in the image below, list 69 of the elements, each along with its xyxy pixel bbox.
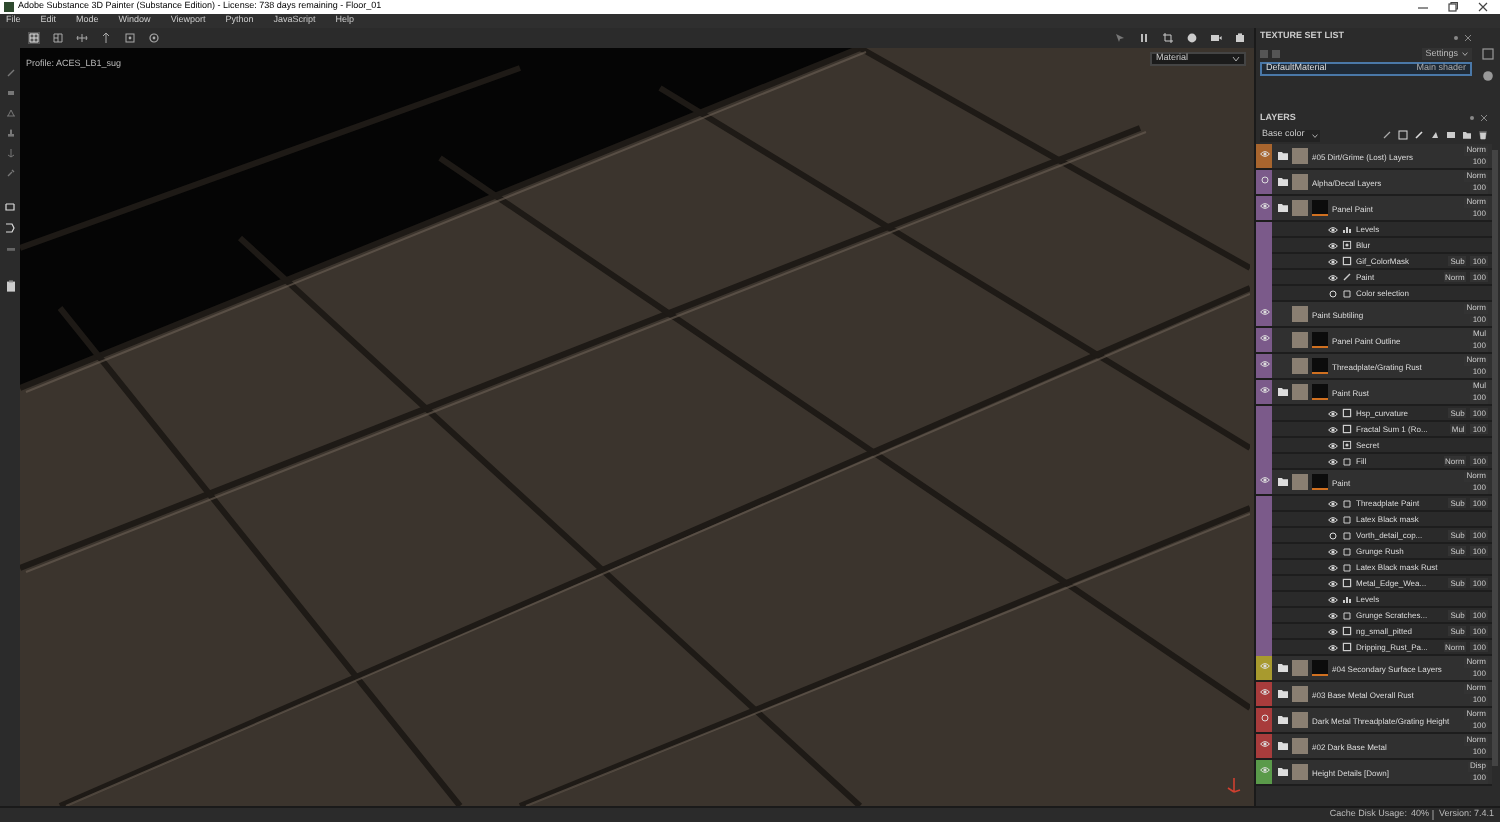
- layout-split-icon[interactable]: [52, 32, 64, 44]
- pointer-icon[interactable]: [1114, 32, 1126, 44]
- folder-icon[interactable]: [1278, 742, 1288, 750]
- folder-icon[interactable]: [1278, 716, 1288, 724]
- eye-icon[interactable]: [1328, 515, 1338, 523]
- hidden-icon[interactable]: [1328, 531, 1338, 539]
- pause-icon[interactable]: [1138, 32, 1150, 44]
- crop-icon[interactable]: [1162, 32, 1174, 44]
- mirror-icon[interactable]: [76, 32, 88, 44]
- hidden-icon[interactable]: [1259, 714, 1269, 722]
- folder-icon[interactable]: [1278, 152, 1288, 160]
- mask-thumbnail[interactable]: [1312, 332, 1328, 348]
- folder-icon[interactable]: [1278, 768, 1288, 776]
- close-icon[interactable]: [1478, 2, 1488, 12]
- eye-icon[interactable]: [1328, 611, 1338, 619]
- picker-icon[interactable]: [5, 168, 15, 178]
- brush-icon: [1342, 272, 1352, 282]
- eye-icon[interactable]: [1328, 457, 1338, 465]
- caret-icon: [1462, 52, 1468, 56]
- layer-thumbnail: [1292, 474, 1308, 490]
- frame-icon[interactable]: [124, 32, 136, 44]
- eye-icon[interactable]: [1328, 225, 1338, 233]
- restore-icon[interactable]: [1448, 2, 1458, 12]
- mask-thumbnail[interactable]: [1312, 200, 1328, 216]
- eye-icon[interactable]: [1328, 595, 1338, 603]
- eye-icon[interactable]: [1328, 241, 1338, 249]
- folder-icon[interactable]: [1462, 130, 1472, 140]
- eye-icon[interactable]: [1259, 688, 1269, 696]
- eye-icon[interactable]: [1328, 579, 1338, 587]
- mask-thumbnail[interactable]: [1312, 660, 1328, 676]
- eye-icon[interactable]: [1328, 425, 1338, 433]
- eye-icon[interactable]: [1328, 499, 1338, 507]
- stamp-icon[interactable]: [5, 128, 15, 138]
- eye-icon[interactable]: [1328, 257, 1338, 265]
- brush-icon[interactable]: [5, 68, 15, 78]
- clipboard-icon[interactable]: [5, 280, 15, 292]
- eye-icon[interactable]: [1328, 643, 1338, 651]
- axis-gizmo-icon: [1226, 774, 1242, 794]
- eye-icon[interactable]: [1328, 441, 1338, 449]
- eye-icon[interactable]: [1328, 547, 1338, 555]
- mask-thumbnail[interactable]: [1312, 358, 1328, 374]
- eye-icon[interactable]: [1328, 627, 1338, 635]
- eye-icon[interactable]: [1328, 273, 1338, 281]
- sphere-icon[interactable]: [1186, 32, 1198, 44]
- folder-icon[interactable]: [1278, 690, 1288, 698]
- layout-grid-icon[interactable]: [28, 32, 40, 44]
- app-logo-icon: [4, 2, 14, 12]
- camera-icon[interactable]: [1210, 32, 1222, 44]
- folder-icon[interactable]: [1278, 178, 1288, 186]
- levels-icon: [1342, 224, 1352, 234]
- levels-icon: [1342, 594, 1352, 604]
- eye-icon[interactable]: [1328, 409, 1338, 417]
- hidden-icon[interactable]: [1328, 289, 1338, 297]
- eye-icon[interactable]: [1328, 563, 1338, 571]
- eye-icon[interactable]: [1259, 740, 1269, 748]
- minimize-icon[interactable]: [1418, 2, 1428, 12]
- folder-icon[interactable]: [1278, 204, 1288, 212]
- close-icon[interactable]: [1480, 114, 1488, 122]
- close-icon[interactable]: [1464, 33, 1472, 41]
- trash-icon[interactable]: [1478, 130, 1488, 140]
- caret-icon: [1232, 56, 1240, 62]
- folder-icon[interactable]: [1278, 388, 1288, 396]
- folder-icon[interactable]: [1278, 478, 1288, 486]
- folder-icon[interactable]: [1278, 664, 1288, 672]
- mask-thumbnail[interactable]: [1312, 474, 1328, 490]
- caret-icon: [1312, 133, 1318, 137]
- brush-icon[interactable]: [1382, 130, 1392, 140]
- pen-icon[interactable]: [1414, 130, 1424, 140]
- mask-thumbnail[interactable]: [1312, 384, 1328, 400]
